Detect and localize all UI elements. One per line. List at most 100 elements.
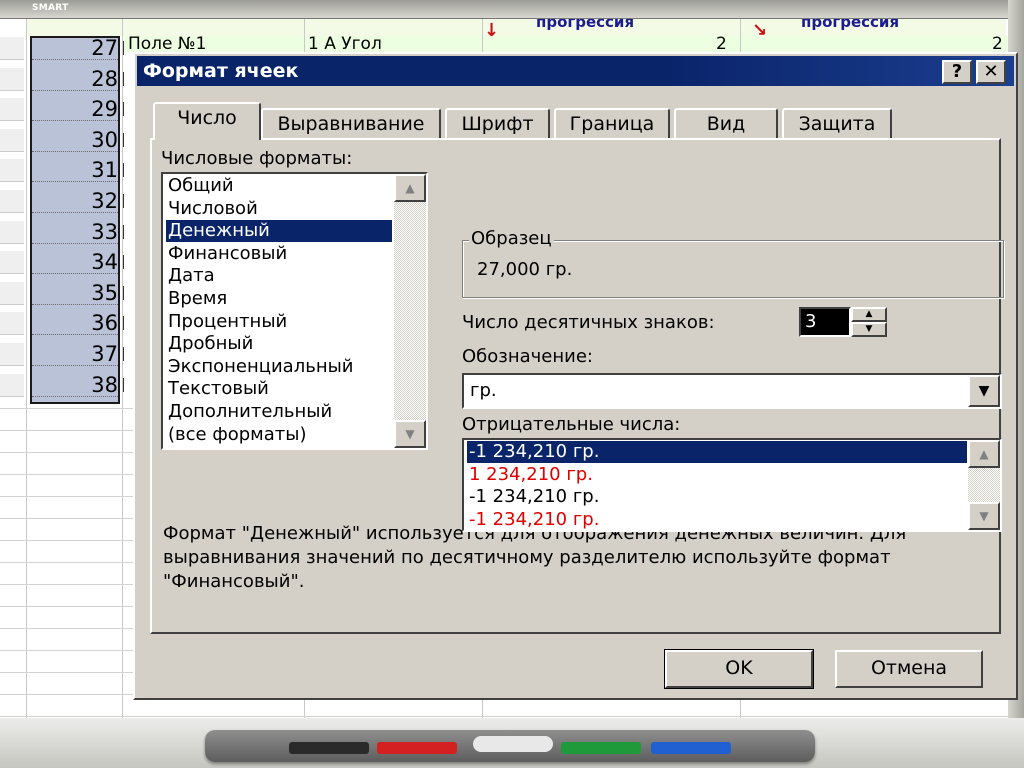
format-list-item[interactable]: Текстовый: [166, 378, 392, 400]
board-top-rail: SMART: [0, 0, 1024, 19]
tab-number[interactable]: Число: [153, 102, 261, 140]
grid-column-line: [122, 18, 123, 718]
green-pen[interactable]: [561, 742, 641, 754]
row-header[interactable]: [0, 37, 24, 60]
formats-scrollbar[interactable]: ▲ ▼: [394, 174, 426, 448]
cell-number[interactable]: 34: [32, 251, 118, 275]
row-header[interactable]: [0, 67, 24, 91]
cell-number[interactable]: 33: [32, 221, 118, 244]
triangle-down-icon[interactable]: ▼: [851, 322, 887, 337]
row-27-cell-1: Поле №1: [128, 34, 207, 54]
row-header[interactable]: [0, 128, 24, 152]
triangle-down-icon[interactable]: ▼: [394, 420, 426, 448]
row-header[interactable]: [0, 159, 24, 183]
format-list-item[interactable]: Экспоненциальный: [166, 356, 392, 378]
format-list-item[interactable]: Дата: [166, 265, 392, 287]
band-text-1: прогрессия: [536, 18, 635, 31]
symbol-select[interactable]: гр. ▼: [462, 373, 1002, 409]
cell-number[interactable]: 38: [32, 374, 118, 397]
negative-format-item[interactable]: -1 234,210 гр.: [467, 486, 967, 508]
pen-tray: [205, 730, 815, 762]
format-cells-dialog: Формат ячеек ? ✕ Число Выравнивание Шриф…: [133, 52, 1018, 700]
format-list-item[interactable]: Денежный: [166, 220, 392, 243]
negative-format-item[interactable]: -1 234,210 гр.: [467, 509, 967, 531]
tab-font[interactable]: Шрифт: [445, 108, 550, 138]
help-button[interactable]: ?: [942, 60, 972, 84]
format-list-item[interactable]: (все форматы): [166, 424, 392, 446]
cell-number[interactable]: 30: [32, 129, 118, 152]
row-header[interactable]: [0, 312, 24, 336]
row-header[interactable]: [0, 343, 24, 366]
cell-number[interactable]: 29: [32, 98, 118, 122]
triangle-up-icon[interactable]: ▲: [968, 440, 1000, 468]
triangle-down-icon[interactable]: ▼: [968, 502, 1000, 530]
adjacent-cell-fragment: [122, 102, 130, 117]
ok-button[interactable]: OK: [664, 649, 814, 689]
format-list-item[interactable]: Дробный: [166, 333, 392, 355]
adjacent-cell-fragment: [122, 347, 130, 361]
decimals-input[interactable]: 3: [799, 307, 851, 337]
formats-label: Числовые форматы:: [161, 148, 353, 169]
cell-number[interactable]: 35: [32, 282, 118, 305]
adjacent-cell-fragment: [122, 255, 130, 270]
row-header[interactable]: [0, 190, 24, 213]
row-header[interactable]: [0, 220, 24, 244]
row-header[interactable]: [0, 281, 24, 305]
format-list-item[interactable]: Процентный: [166, 311, 392, 333]
format-list-item[interactable]: Дополнительный: [166, 401, 392, 423]
triangle-down-icon[interactable]: ▼: [968, 375, 1000, 407]
row-27-cell-3: 2: [716, 34, 727, 54]
cell-number[interactable]: 32: [32, 190, 118, 213]
dialog-title-bar[interactable]: Формат ячеек ? ✕: [137, 56, 1014, 86]
adjacent-cell-fragment: [122, 41, 130, 55]
grid-row-line: [0, 716, 1008, 717]
triangle-up-icon[interactable]: ▲: [851, 307, 887, 322]
adjacent-cell-fragment: [122, 377, 130, 392]
blue-pen[interactable]: [651, 742, 731, 754]
cell-number[interactable]: 37: [32, 343, 118, 366]
format-list-item[interactable]: Финансовый: [166, 243, 392, 265]
tab-pattern[interactable]: Вид: [674, 108, 778, 138]
tray-sensor: [473, 736, 553, 752]
decimals-stepper[interactable]: ▲ ▼: [851, 307, 887, 337]
cancel-button[interactable]: Отмена: [835, 650, 983, 688]
adjacent-cell-fragment: [122, 224, 130, 239]
tab-protection[interactable]: Защита: [782, 108, 892, 138]
adjacent-cell-fragment: [122, 316, 130, 331]
triangle-up-icon[interactable]: ▲: [394, 174, 426, 202]
row-header[interactable]: [0, 373, 24, 397]
grid-column-line: [26, 18, 27, 718]
negative-format-item[interactable]: 1 234,210 гр.: [467, 464, 967, 486]
adjacent-cell-fragment: [122, 71, 130, 86]
adjacent-cell-fragment: [122, 132, 130, 147]
formats-listbox[interactable]: Общий Числовой Денежный Финансовый Дата Время…: [161, 172, 428, 450]
band-text-2: прогрессия: [801, 18, 900, 31]
row-header[interactable]: [0, 98, 24, 122]
row-27-band: Поле №1 1 А Угол 2 2: [124, 34, 1008, 54]
red-arrow-1: ↓: [484, 20, 500, 41]
black-pen[interactable]: [289, 742, 369, 754]
row-27-cell-2: 1 А Угол: [308, 34, 382, 54]
question-mark-icon: ?: [951, 61, 963, 82]
row-27-cell-4: 2: [992, 34, 1003, 54]
symbol-value: гр.: [470, 380, 497, 401]
negative-numbers-listbox[interactable]: -1 234,210 гр. 1 234,210 гр. -1 234,210 гр…: [462, 438, 1002, 532]
red-pen[interactable]: [377, 742, 457, 754]
negatives-scrollbar[interactable]: ▲ ▼: [968, 440, 1000, 530]
format-list-item[interactable]: Числовой: [166, 198, 392, 220]
cell-number[interactable]: 28: [32, 68, 118, 91]
tab-alignment[interactable]: Выравнивание: [261, 108, 441, 138]
tab-border[interactable]: Граница: [554, 108, 670, 138]
cell-number[interactable]: 27: [32, 37, 118, 60]
sample-label: Образец: [469, 228, 554, 249]
negative-label: Отрицательные числа:: [462, 414, 681, 435]
cell-number[interactable]: 36: [32, 312, 118, 336]
format-list-item[interactable]: Время: [166, 288, 392, 310]
cell-number[interactable]: 31: [32, 159, 118, 183]
negative-format-item[interactable]: -1 234,210 гр.: [467, 441, 967, 463]
format-list-item[interactable]: Общий: [166, 175, 392, 197]
dialog-title: Формат ячеек: [143, 60, 299, 82]
row-header[interactable]: [0, 251, 24, 275]
close-button[interactable]: ✕: [976, 60, 1006, 84]
adjacent-cell-fragment: [122, 163, 130, 178]
